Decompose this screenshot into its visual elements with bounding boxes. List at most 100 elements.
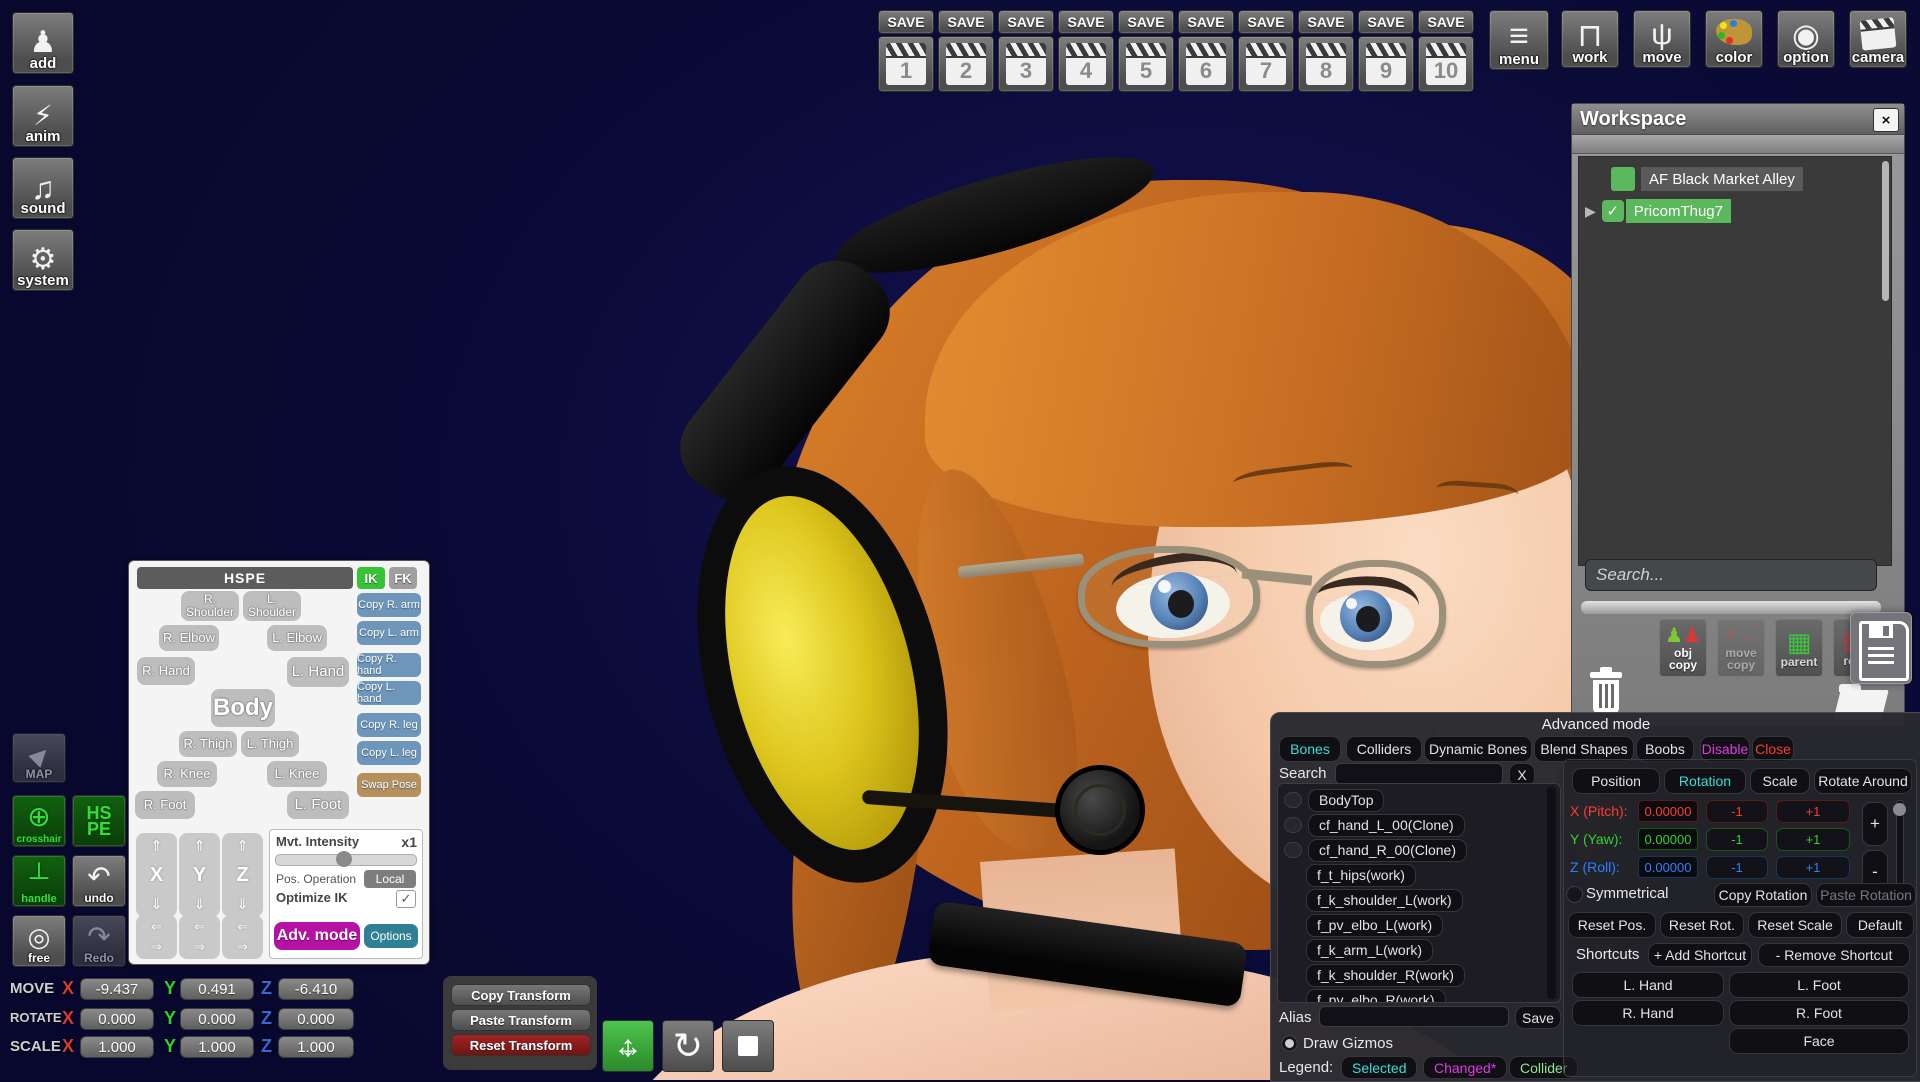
menu-button[interactable]: ≡ menu <box>1489 10 1549 70</box>
remove-shortcut-button[interactable]: - Remove Shortcut <box>1758 943 1910 967</box>
save-slot-6-label[interactable]: SAVE <box>1178 10 1234 34</box>
body-button[interactable]: Body <box>211 689 275 727</box>
arrow-down-icon[interactable]: ⇓ <box>193 895 206 913</box>
bone-toggle[interactable] <box>1284 792 1302 808</box>
l-knee-button[interactable]: L. Knee <box>267 761 327 787</box>
copy-l-hand-button[interactable]: Copy L. hand <box>357 681 421 705</box>
roll-plus-button[interactable]: +1 <box>1776 856 1850 879</box>
bone-row[interactable]: f_k_shoulder_L(work) <box>1284 889 1554 911</box>
copy-l-leg-button[interactable]: Copy L. leg <box>357 741 421 765</box>
l-shoulder-button[interactable]: L. Shoulder <box>243 591 301 621</box>
l-thigh-button[interactable]: L. Thigh <box>241 731 299 757</box>
draw-gizmos-toggle[interactable] <box>1281 1035 1298 1052</box>
shortcut-l-hand-button[interactable]: L. Hand <box>1572 972 1724 998</box>
bone-row[interactable]: BodyTop <box>1284 789 1554 811</box>
bone-row[interactable]: f_pv_elbo_R(work) <box>1284 989 1554 1003</box>
mvt-intensity-slider[interactable] <box>275 854 417 866</box>
close-icon[interactable]: × <box>1873 108 1899 132</box>
save-slot-4-label[interactable]: SAVE <box>1058 10 1114 34</box>
bone-row[interactable]: f_k_arm_L(work) <box>1284 939 1554 961</box>
save-slot-5-label[interactable]: SAVE <box>1118 10 1174 34</box>
shortcut-face-button[interactable]: Face <box>1729 1028 1909 1054</box>
save-slot-2-button[interactable]: 2 <box>938 36 994 92</box>
obj-copy-button[interactable]: ♟♟ obj copy <box>1659 619 1707 677</box>
z-axis-pad[interactable]: ⇑ Z ⇓ <box>222 833 263 917</box>
mode-tab-position[interactable]: Position <box>1572 768 1660 794</box>
copy-r-hand-button[interactable]: Copy R. hand <box>357 653 421 677</box>
save-scene-button[interactable] <box>1850 612 1912 684</box>
workspace-header[interactable]: Workspace × <box>1572 104 1904 135</box>
bone-item[interactable]: f_k_shoulder_R(work) <box>1306 964 1465 987</box>
arrow-down-icon[interactable]: ⇓ <box>150 895 163 913</box>
add-shortcut-button[interactable]: + Add Shortcut <box>1648 943 1752 967</box>
pitch-minus-button[interactable]: -1 <box>1706 800 1768 823</box>
optimize-ik-checkbox[interactable]: ✓ <box>396 890 416 908</box>
arrow-down-icon[interactable]: ⇓ <box>236 895 249 913</box>
arrow-up-icon[interactable]: ⇑ <box>150 837 163 855</box>
save-slot-10-label[interactable]: SAVE <box>1418 10 1474 34</box>
save-slot-5-button[interactable]: 5 <box>1118 36 1174 92</box>
r-shoulder-button[interactable]: R. Shoulder <box>181 591 239 621</box>
free-camera-button[interactable]: ◎ free <box>12 915 66 967</box>
yaw-minus-button[interactable]: -1 <box>1706 828 1768 851</box>
bone-item[interactable]: f_k_arm_L(work) <box>1306 939 1433 962</box>
save-slot-2-label[interactable]: SAVE <box>938 10 994 34</box>
swap-pose-button[interactable]: Swap Pose <box>357 773 421 797</box>
options-button[interactable]: Options <box>364 924 418 948</box>
handle-button[interactable]: ┴ handle <box>12 855 66 907</box>
shortcut-l-foot-button[interactable]: L. Foot <box>1729 972 1909 998</box>
work-button[interactable]: ⊓ work <box>1561 10 1619 68</box>
tree-scrollbar[interactable] <box>1882 161 1889 301</box>
rotate-x-value[interactable]: 0.000 <box>80 1008 154 1030</box>
save-slot-6-button[interactable]: 6 <box>1178 36 1234 92</box>
l-foot-button[interactable]: L. Foot <box>287 791 349 819</box>
bone-item[interactable]: f_t_hips(work) <box>1306 864 1416 887</box>
camera-button[interactable]: camera <box>1849 10 1907 68</box>
save-slot-9-label[interactable]: SAVE <box>1358 10 1414 34</box>
tab-bones[interactable]: Bones <box>1279 736 1341 762</box>
l-elbow-button[interactable]: L. Elbow <box>267 625 327 651</box>
move-gizmo-button[interactable]: ↔ ↕ <box>602 1020 654 1072</box>
bone-search-input[interactable] <box>1335 763 1503 785</box>
hspe-toggle-button[interactable]: HS PE <box>72 795 126 847</box>
default-button[interactable]: Default <box>1846 912 1914 938</box>
arrow-left-icon[interactable]: ⇐ <box>237 919 248 935</box>
mode-tab-scale[interactable]: Scale <box>1750 768 1810 794</box>
roll-value[interactable]: 0.00000 <box>1638 856 1698 878</box>
shortcut-r-foot-button[interactable]: R. Foot <box>1729 1000 1909 1026</box>
mode-tab-rotate-around[interactable]: Rotate Around <box>1814 768 1912 794</box>
map-button[interactable]: ▶ MAP <box>12 733 66 783</box>
color-button[interactable]: color <box>1705 10 1763 68</box>
option-button[interactable]: ◉ option <box>1777 10 1835 68</box>
adv-mode-button[interactable]: Adv. mode <box>274 922 360 950</box>
increment-plus-button[interactable]: + <box>1862 802 1888 846</box>
scale-z-value[interactable]: 1.000 <box>278 1036 354 1058</box>
move-copy-button[interactable]: ⚡→ move copy <box>1717 619 1765 677</box>
scale-y-value[interactable]: 1.000 <box>180 1036 254 1058</box>
fk-tab[interactable]: FK <box>389 567 417 589</box>
arrow-up-icon[interactable]: ⇑ <box>236 837 249 855</box>
reset-transform-button[interactable]: Reset Transform <box>451 1034 591 1056</box>
save-slot-3-label[interactable]: SAVE <box>998 10 1054 34</box>
r-thigh-button[interactable]: R. Thigh <box>179 731 237 757</box>
sound-button[interactable]: ♫ sound <box>12 157 74 219</box>
save-slot-8-label[interactable]: SAVE <box>1298 10 1354 34</box>
copy-l-arm-button[interactable]: Copy L. arm <box>357 621 421 645</box>
arrow-up-icon[interactable]: ⇑ <box>193 837 206 855</box>
anim-button[interactable]: ⚡ anim <box>12 85 74 147</box>
r-elbow-button[interactable]: R. Elbow <box>159 625 219 651</box>
slider-handle[interactable] <box>336 851 352 867</box>
workspace-search-input[interactable] <box>1585 559 1877 591</box>
bone-list-scrollbar[interactable] <box>1547 787 1556 999</box>
move-x-value[interactable]: -9.437 <box>80 978 154 1000</box>
reset-rot-button[interactable]: Reset Rot. <box>1660 912 1744 938</box>
move-z-value[interactable]: -6.410 <box>278 978 354 1000</box>
bone-row[interactable]: f_pv_elbo_L(work) <box>1284 914 1554 936</box>
copy-rotation-button[interactable]: Copy Rotation <box>1714 883 1812 907</box>
y-rotate-pad[interactable]: ⇐ ⇒ <box>179 915 220 959</box>
save-slot-8-button[interactable]: 8 <box>1298 36 1354 92</box>
arrow-left-icon[interactable]: ⇐ <box>151 919 162 935</box>
checkbox-checked-icon[interactable]: ✓ <box>1602 200 1624 222</box>
tree-expand-icon[interactable]: ▶ <box>1585 203 1596 220</box>
move-y-value[interactable]: 0.491 <box>180 978 254 1000</box>
